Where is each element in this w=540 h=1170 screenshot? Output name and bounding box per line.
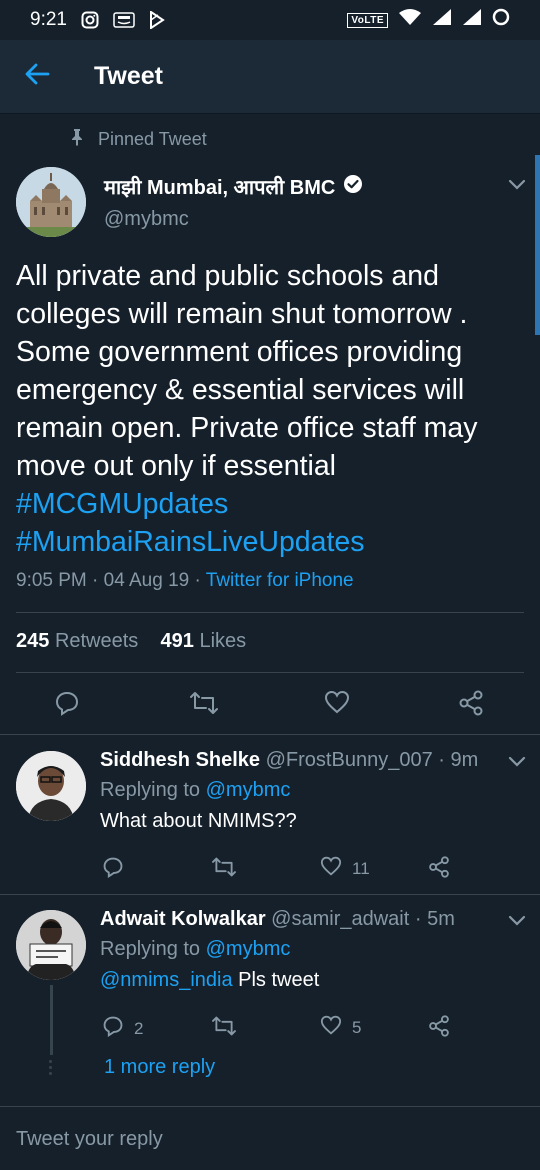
instagram-icon xyxy=(81,11,99,29)
reply-text: What about NMIMS?? xyxy=(100,810,297,832)
reply-author-name: Adwait Kolwalkar xyxy=(100,908,266,930)
share-icon xyxy=(428,856,450,883)
like-button[interactable]: 11 xyxy=(320,856,370,881)
replying-to: Replying to @mybmc xyxy=(100,938,290,961)
scrollbar-thumb[interactable] xyxy=(535,155,540,335)
reply-composer xyxy=(0,1106,540,1170)
pin-icon xyxy=(70,128,98,151)
pinned-text: Pinned Tweet xyxy=(98,129,207,149)
verified-badge-icon xyxy=(343,174,363,200)
divider xyxy=(16,612,524,613)
tweet-timestamp: 9:05 PM · 04 Aug 19 · xyxy=(16,570,206,591)
play-store-icon xyxy=(149,11,165,29)
retweet-button[interactable] xyxy=(190,690,218,721)
page-title: Tweet xyxy=(94,62,163,90)
author-name[interactable]: माझी Mumbai, आपली BMC xyxy=(104,173,363,200)
reply-text-body: Pls tweet xyxy=(232,969,320,991)
reply-icon xyxy=(102,856,124,883)
reply-button[interactable] xyxy=(102,856,124,883)
reply-icon xyxy=(102,1015,124,1042)
avatar[interactable] xyxy=(16,167,86,237)
share-icon xyxy=(428,1015,450,1042)
retweet-icon xyxy=(190,690,218,721)
like-count: 5 xyxy=(352,1017,362,1037)
retweet-icon xyxy=(212,1015,236,1042)
like-button[interactable] xyxy=(324,690,350,719)
like-button[interactable]: 5 xyxy=(320,1015,361,1040)
retweet-button[interactable] xyxy=(212,1015,236,1042)
retweets-stat[interactable]: 245 Retweets xyxy=(16,630,138,652)
author-handle[interactable]: @mybmc xyxy=(104,208,189,231)
chevron-down-icon[interactable] xyxy=(508,178,526,196)
share-icon xyxy=(458,690,484,721)
like-count: 11 xyxy=(352,858,370,878)
amazon-icon xyxy=(113,12,135,28)
tweet-stats: 245 Retweets 491 Likes xyxy=(16,630,246,653)
dnd-icon xyxy=(492,8,510,32)
share-button[interactable] xyxy=(428,856,450,883)
reply-action-bar: 11 xyxy=(0,854,540,894)
reply-author-handle: @FrostBunny_007 · 9m xyxy=(265,749,479,771)
tweet-source-link[interactable]: Twitter for iPhone xyxy=(206,570,354,591)
share-button[interactable] xyxy=(458,690,484,721)
heart-icon xyxy=(320,1015,342,1040)
status-time: 9:21 xyxy=(30,9,67,30)
avatar[interactable] xyxy=(16,751,86,821)
replying-prefix: Replying to xyxy=(100,938,206,960)
replying-to-link[interactable]: @mybmc xyxy=(206,938,291,960)
divider xyxy=(0,894,540,895)
heart-icon xyxy=(324,690,350,719)
replying-to: Replying to @mybmc xyxy=(100,779,290,802)
replying-prefix: Replying to xyxy=(100,779,206,801)
retweet-button[interactable] xyxy=(212,856,236,883)
pinned-label: Pinned Tweet xyxy=(70,128,207,151)
tweet-text: All private and public schools and colle… xyxy=(16,257,526,561)
author-name-text: माझी Mumbai, आपली BMC xyxy=(104,177,336,199)
likes-count: 491 xyxy=(160,630,194,652)
retweets-count: 245 xyxy=(16,630,50,652)
reply-button[interactable]: 2 xyxy=(102,1015,143,1042)
tweet-action-bar xyxy=(0,686,540,726)
tweet-body: All private and public schools and colle… xyxy=(16,260,478,482)
reply-count: 2 xyxy=(134,1018,144,1038)
reply-input[interactable] xyxy=(0,1107,540,1170)
reply-icon xyxy=(54,690,80,721)
signal-icon xyxy=(432,8,452,32)
chevron-down-icon[interactable] xyxy=(508,914,526,932)
mention-link[interactable]: @nmims_india xyxy=(100,969,233,991)
heart-icon xyxy=(320,856,342,881)
avatar[interactable] xyxy=(16,910,86,980)
arrow-left-icon xyxy=(24,63,50,90)
volte-badge: VoLTE xyxy=(347,12,388,28)
likes-stat[interactable]: 491 Likes xyxy=(161,630,247,652)
reply-author-handle: @samir_adwait · 5m xyxy=(271,908,455,930)
thread-dots xyxy=(49,1060,53,1078)
retweets-label: Retweets xyxy=(54,630,139,652)
reply-author[interactable]: Siddhesh Shelke @FrostBunny_007 · 9m xyxy=(100,749,478,772)
hashtag-link[interactable]: #MCGMUpdates xyxy=(16,488,228,520)
more-replies-link[interactable]: 1 more reply xyxy=(104,1056,215,1079)
wifi-icon xyxy=(398,8,422,32)
chevron-down-icon[interactable] xyxy=(508,755,526,773)
replying-to-link[interactable]: @mybmc xyxy=(206,779,291,801)
reply-button[interactable] xyxy=(54,690,80,721)
reply-action-bar: 2 5 xyxy=(0,1013,540,1053)
reply-author[interactable]: Adwait Kolwalkar @samir_adwait · 5m xyxy=(100,908,455,931)
back-button[interactable] xyxy=(0,40,74,114)
reply-text: @nmims_india Pls tweet xyxy=(100,969,319,992)
divider xyxy=(0,734,540,735)
likes-label: Likes xyxy=(199,630,247,652)
hashtag-link[interactable]: #MumbaiRainsLiveUpdates xyxy=(16,526,365,558)
status-bar: 9:21 VoLTE xyxy=(0,0,540,40)
tweet-meta: 9:05 PM · 04 Aug 19 · Twitter for iPhone xyxy=(16,570,354,592)
retweet-icon xyxy=(212,856,236,883)
divider xyxy=(16,672,524,673)
reply-author-name: Siddhesh Shelke xyxy=(100,749,261,771)
app-bar: Tweet xyxy=(0,40,540,114)
signal-icon xyxy=(462,8,482,32)
share-button[interactable] xyxy=(428,1015,450,1042)
